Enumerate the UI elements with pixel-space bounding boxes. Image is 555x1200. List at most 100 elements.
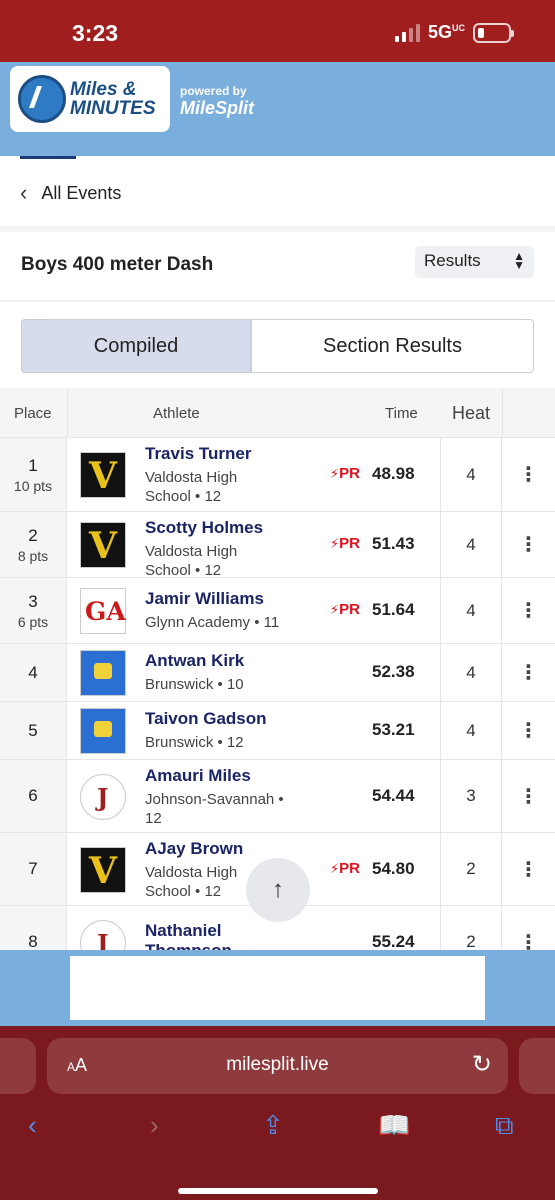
result-time: 48.98 bbox=[372, 464, 415, 483]
tabs-icon[interactable]: ⧉ bbox=[495, 1110, 514, 1142]
cellular-signal-icon bbox=[394, 23, 420, 42]
athlete-school: Brunswick • 12 bbox=[145, 734, 244, 751]
status-bar: 3:23 5GUC bbox=[0, 0, 555, 62]
athlete-name[interactable]: Jamir Williams bbox=[145, 589, 264, 609]
place-cell: 1 10 pts bbox=[0, 438, 67, 511]
more-options-icon[interactable]: ⋮ bbox=[502, 578, 555, 643]
more-options-icon[interactable]: ⋮ bbox=[502, 438, 555, 511]
more-options-icon[interactable]: ⋮ bbox=[502, 906, 555, 951]
view-select[interactable]: Results ▲ ▼ bbox=[415, 246, 534, 278]
powered-by-label: powered by bbox=[180, 84, 247, 98]
miles-and-minutes-logo[interactable]: Miles & MINUTES bbox=[10, 66, 170, 132]
pr-badge: ⚡PR bbox=[330, 859, 360, 877]
result-time: 51.64 bbox=[372, 600, 415, 619]
table-row[interactable]: 5 Taivon Gadson Brunswick • 12 53.21 4 ⋮ bbox=[0, 702, 555, 760]
browser-chrome: AA milesplit.live ↻ ‹ › ⇪ 📖 ⧉ bbox=[0, 1026, 555, 1200]
back-arrow-icon[interactable]: ‹ bbox=[28, 1110, 37, 1141]
nav-underline bbox=[20, 156, 76, 159]
more-options-icon[interactable]: ⋮ bbox=[502, 833, 555, 905]
header-heat: Heat bbox=[452, 403, 491, 423]
athlete-name[interactable]: Scotty Holmes bbox=[145, 518, 263, 538]
result-time: 53.21 bbox=[372, 720, 415, 739]
athlete-name[interactable]: Nathaniel Thompson bbox=[145, 921, 232, 951]
header-athlete: Athlete bbox=[153, 405, 200, 422]
points: 10 pts bbox=[13, 477, 53, 494]
back-to-all-events[interactable]: ‹ All Events bbox=[20, 180, 121, 206]
heat-number: 2 bbox=[440, 833, 502, 905]
arrow-up-icon: ↑ bbox=[272, 876, 284, 903]
chevron-left-icon: ‹ bbox=[20, 180, 28, 205]
home-indicator bbox=[178, 1188, 378, 1194]
athlete-school: Glynn Academy • 11 bbox=[145, 614, 280, 631]
athlete-name[interactable]: Travis Turner bbox=[145, 444, 251, 464]
lightning-icon: ⚡ bbox=[330, 602, 340, 617]
heat-number: 4 bbox=[440, 438, 502, 511]
result-time: 54.80 bbox=[372, 858, 415, 878]
school-logo bbox=[80, 919, 126, 950]
athlete-name[interactable]: Antwan Kirk bbox=[145, 651, 244, 671]
result-tabs: Compiled Section Results bbox=[0, 302, 555, 388]
place-cell: 7 bbox=[0, 833, 67, 905]
table-row[interactable]: 4 Antwan Kirk Brunswick • 10 52.38 4 ⋮ bbox=[0, 644, 555, 702]
heat-number: 4 bbox=[440, 578, 502, 643]
place-number: 5 bbox=[28, 720, 38, 740]
place-number: 3 bbox=[28, 591, 38, 611]
site-header: Miles & MINUTES powered by MileSplit bbox=[0, 62, 555, 156]
more-options-icon[interactable]: ⋮ bbox=[502, 512, 555, 577]
tab-compiled[interactable]: Compiled bbox=[21, 319, 251, 373]
table-row[interactable]: 2 8 pts Scotty Holmes Valdosta HighSchool… bbox=[0, 512, 555, 579]
milesplit-logo[interactable]: MileSplit bbox=[180, 98, 254, 119]
bookmarks-icon[interactable]: 📖 bbox=[378, 1110, 410, 1141]
place-cell: 2 8 pts bbox=[0, 512, 67, 577]
ad-slot[interactable] bbox=[70, 956, 485, 1020]
place-number: 4 bbox=[28, 662, 38, 682]
tab-section-results[interactable]: Section Results bbox=[251, 319, 534, 373]
address-bar[interactable]: AA milesplit.live ↻ bbox=[47, 1038, 508, 1094]
forward-arrow-icon[interactable]: › bbox=[150, 1110, 159, 1141]
athlete-name[interactable]: Amauri Miles bbox=[145, 766, 251, 786]
battery-icon bbox=[473, 22, 514, 43]
table-row[interactable]: 6 Amauri Miles Johnson-Savannah •12 54.44 3… bbox=[0, 760, 555, 833]
previous-tab-pill[interactable] bbox=[0, 1038, 36, 1094]
place-number: 6 bbox=[28, 786, 38, 805]
place-number: 8 bbox=[28, 932, 38, 950]
pr-badge: ⚡PR bbox=[330, 535, 360, 552]
next-tab-pill[interactable] bbox=[519, 1038, 555, 1094]
place-cell: 6 bbox=[0, 760, 67, 832]
ad-banner bbox=[0, 950, 555, 1026]
heat-number: 4 bbox=[440, 644, 502, 701]
heat-number: 4 bbox=[440, 702, 502, 759]
school-logo bbox=[80, 708, 126, 754]
event-title: Boys 400 meter Dash bbox=[21, 254, 214, 275]
heat-number: 2 bbox=[440, 906, 502, 950]
athlete-name[interactable]: AJay Brown bbox=[145, 839, 243, 859]
points: 8 pts bbox=[17, 547, 49, 564]
reload-icon[interactable]: ↻ bbox=[472, 1050, 492, 1079]
browser-toolbar: ‹ › ⇪ 📖 ⧉ bbox=[0, 1110, 555, 1150]
school-logo bbox=[80, 846, 126, 893]
runner-icon bbox=[18, 75, 66, 123]
place-number: 1 bbox=[28, 455, 38, 475]
more-options-icon[interactable]: ⋮ bbox=[502, 702, 555, 759]
athlete-school: Valdosta High School • 12 bbox=[145, 469, 238, 505]
lightning-icon: ⚡ bbox=[330, 466, 340, 481]
place-cell: 3 6 pts bbox=[0, 578, 67, 643]
header-place: Place bbox=[14, 405, 52, 422]
header-time: Time bbox=[385, 405, 418, 422]
result-time: 52.38 bbox=[372, 662, 415, 681]
more-options-icon[interactable]: ⋮ bbox=[502, 760, 555, 832]
scroll-to-top-button[interactable]: ↑ bbox=[246, 858, 310, 922]
table-row[interactable]: 3 6 pts Jamir Williams Glynn Academy • 11… bbox=[0, 578, 555, 644]
school-logo bbox=[80, 650, 126, 696]
status-indicators: 5GUC bbox=[394, 22, 514, 43]
more-options-icon[interactable]: ⋮ bbox=[502, 644, 555, 701]
place-number: 2 bbox=[28, 525, 38, 545]
table-row[interactable]: 1 10 pts Travis Turner Valdosta HighSchoo… bbox=[0, 438, 555, 512]
lightning-icon: ⚡ bbox=[330, 860, 340, 876]
place-cell: 4 bbox=[0, 644, 67, 701]
heat-number: 3 bbox=[440, 760, 502, 832]
school-logo bbox=[80, 588, 126, 634]
share-icon[interactable]: ⇪ bbox=[262, 1110, 284, 1141]
school-logo bbox=[80, 452, 126, 498]
athlete-name[interactable]: Taivon Gadson bbox=[145, 709, 267, 729]
